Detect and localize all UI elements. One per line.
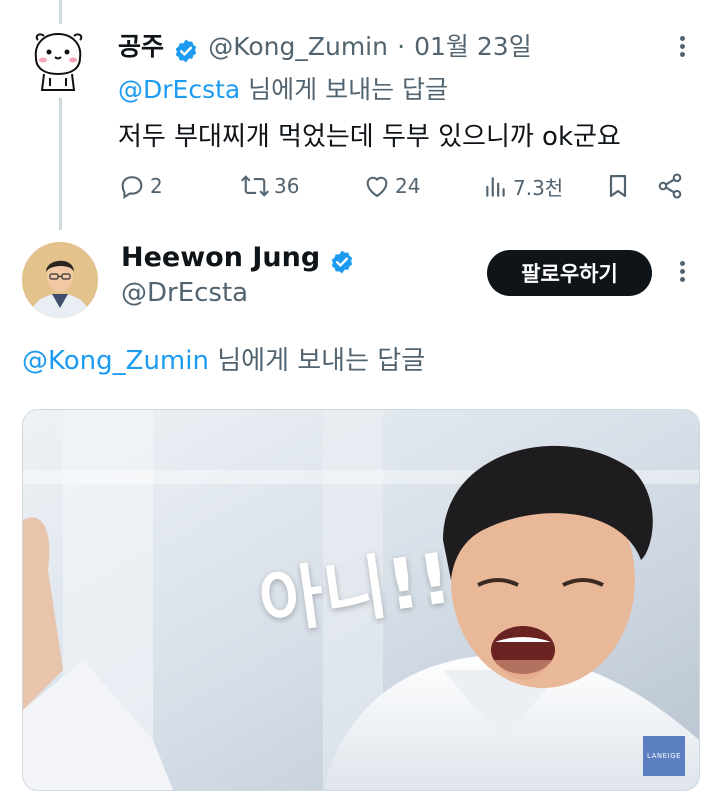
views-button[interactable]: 7.3천	[483, 172, 563, 201]
tweet1-display-name[interactable]: 공주	[118, 32, 164, 61]
like-button[interactable]: 24	[363, 172, 420, 200]
reply-button[interactable]: 2	[118, 172, 163, 200]
tweet1-date[interactable]: 01월 23일	[414, 32, 532, 61]
tweet1-reply-context: @DrEcsta 님에게 보내는 답글	[118, 70, 448, 106]
share-button[interactable]	[656, 172, 684, 204]
retweet-button[interactable]: 36	[240, 172, 299, 200]
profile-photo	[22, 242, 98, 318]
like-count: 24	[395, 174, 421, 198]
reply-count: 2	[150, 174, 163, 198]
reply-icon	[121, 176, 143, 200]
laneige-watermark: LANEIGE	[643, 736, 685, 776]
avatar-kong-zumin[interactable]	[22, 24, 96, 98]
tweet1-header: 공주 @Kong_Zumin · 01월 23일	[118, 27, 532, 64]
bookmark-icon	[609, 174, 627, 198]
bookmark-button[interactable]	[604, 172, 632, 204]
heart-icon	[366, 176, 388, 197]
tweet1-reply-mention[interactable]: @DrEcsta	[118, 75, 240, 104]
tweet1-text: 저두 부대찌개 먹었는데 두부 있으니까 ok군요	[118, 122, 621, 152]
tweet2-display-name[interactable]: Heewon Jung	[121, 242, 320, 273]
tweet1-more-options-icon[interactable]	[675, 33, 689, 63]
views-count: 7.3천	[513, 176, 564, 200]
tweet2-more-options-icon[interactable]	[675, 258, 689, 288]
tweet1-handle[interactable]: @Kong_Zumin	[208, 32, 388, 61]
tweet2-reply-mention[interactable]: @Kong_Zumin	[22, 346, 209, 376]
tweet2-media-image[interactable]: 아니!! LANEIGE	[22, 409, 700, 791]
share-icon	[658, 173, 682, 199]
verified-badge-icon	[175, 39, 197, 62]
avatar-heewon-jung[interactable]	[22, 242, 98, 318]
follow-button[interactable]: 팔로우하기	[487, 250, 652, 296]
retweet-count: 36	[274, 174, 300, 198]
tweet2-reply-suffix: 님에게 보내는 답글	[208, 346, 426, 376]
verified-badge-icon	[332, 250, 353, 273]
tweet2-reply-context: @Kong_Zumin 님에게 보내는 답글	[22, 340, 425, 377]
views-bar-chart-icon	[486, 176, 505, 197]
hamster-doodle-icon	[23, 25, 95, 97]
tweet2-name-row: Heewon Jung	[121, 242, 355, 275]
tweet2-handle[interactable]: @DrEcsta	[121, 278, 248, 308]
retweet-icon	[240, 175, 270, 197]
tweet1-separator: ·	[397, 32, 406, 61]
tweet1-reply-suffix: 님에게 보내는 답글	[240, 75, 449, 104]
